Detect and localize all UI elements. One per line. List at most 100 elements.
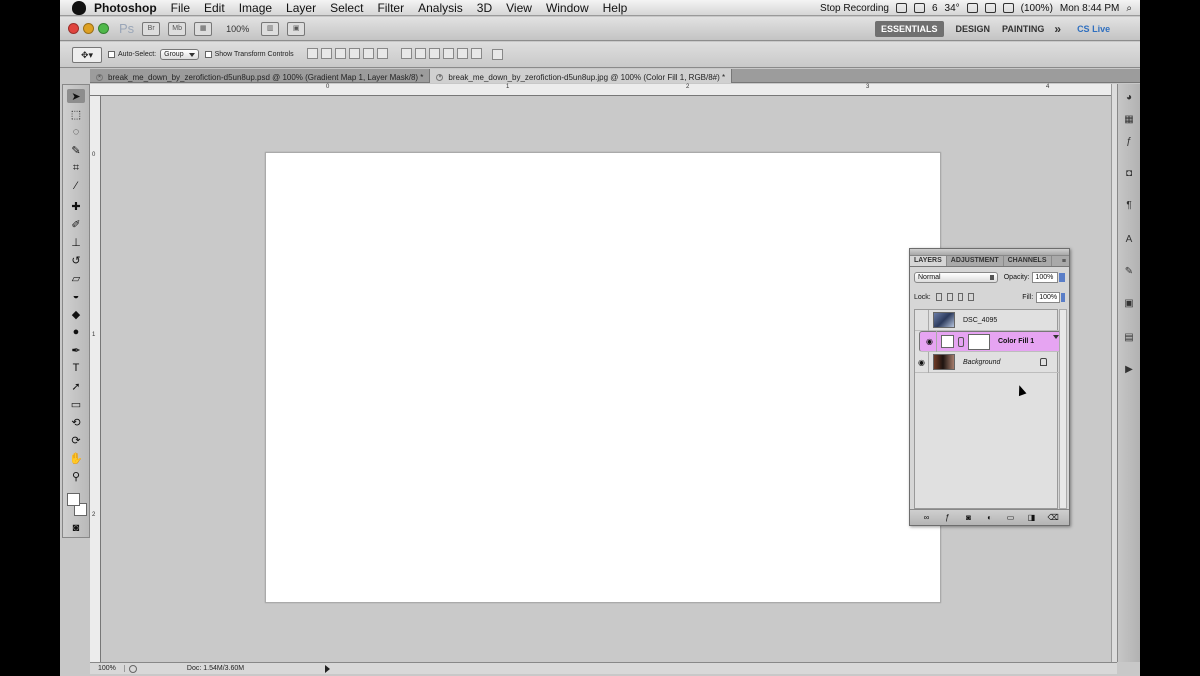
arrange-documents-button[interactable]: ▥ — [261, 21, 280, 36]
tab-adjustment[interactable]: ADJUSTMENT — [947, 256, 1004, 266]
color-panel-icon[interactable]: ◕ — [1121, 92, 1137, 106]
marquee-tool-icon[interactable]: ⬚ — [67, 107, 85, 121]
auto-select-target-select[interactable]: Group — [160, 49, 199, 60]
new-group-icon[interactable]: ▭ — [1006, 513, 1016, 522]
styles-panel-icon[interactable]: ƒ — [1121, 136, 1137, 150]
fill-slider-button[interactable] — [1061, 292, 1065, 302]
zoom-window-button[interactable] — [98, 23, 109, 34]
eye-icon[interactable]: ◉ — [915, 351, 929, 373]
visibility-toggle-off[interactable] — [915, 309, 929, 331]
character-panel-icon[interactable]: A — [1121, 234, 1137, 248]
move-tool-icon[interactable]: ➤ — [67, 89, 85, 103]
fill-input[interactable]: 100% — [1036, 291, 1061, 303]
crop-tool-icon[interactable]: ⌗ — [67, 161, 85, 175]
bluetooth-icon[interactable] — [966, 3, 978, 13]
hand-tool-icon[interactable]: ✋ — [67, 451, 85, 465]
menu-view[interactable]: View — [506, 1, 532, 15]
clock[interactable]: Mon 8:44 PM — [1060, 3, 1119, 14]
history-brush-tool-icon[interactable]: ↺ — [67, 253, 85, 267]
move-tool-preset-icon[interactable]: ✥▾ — [72, 46, 102, 63]
layer-row-background[interactable]: ◉ Background — [915, 351, 1059, 373]
align-bottom-edges-icon[interactable] — [334, 48, 346, 59]
pen-tool-icon[interactable]: ✒ — [67, 343, 85, 357]
tab-channels[interactable]: CHANNELS — [1004, 256, 1052, 266]
distribute-hcenter-icon[interactable] — [456, 48, 468, 59]
quick-selection-tool-icon[interactable]: ✎ — [67, 143, 85, 157]
layer-row-dsc-4095[interactable]: DSC_4095 — [915, 309, 1059, 331]
zoom-tool-icon[interactable]: ⚲ — [67, 469, 85, 483]
spot-healing-tool-icon[interactable]: ✚ — [67, 199, 85, 213]
spotlight-icon[interactable]: ⌕ — [1126, 3, 1132, 14]
apple-icon[interactable] — [72, 0, 86, 15]
blend-mode-select[interactable]: Normal — [914, 271, 998, 283]
eyedropper-tool-icon[interactable]: ⁄ — [67, 179, 85, 193]
stop-recording[interactable]: Stop Recording — [820, 3, 889, 14]
workspace-essentials[interactable]: ESSENTIALS — [875, 21, 944, 37]
quick-mask-icon[interactable]: ◙ — [67, 521, 85, 535]
status-menu-arrow-icon[interactable] — [324, 664, 330, 673]
clone-stamp-tool-icon[interactable]: ⊥ — [67, 235, 85, 249]
document-canvas[interactable] — [265, 152, 941, 603]
more-workspaces-button[interactable]: » — [1054, 22, 1061, 36]
minimize-window-button[interactable] — [83, 23, 94, 34]
distribute-left-icon[interactable] — [442, 48, 454, 59]
show-transform-checkbox[interactable] — [204, 51, 212, 58]
volume-icon[interactable] — [1002, 3, 1014, 13]
align-vertical-centers-icon[interactable] — [320, 48, 332, 59]
adobe-count[interactable]: 6 — [932, 3, 938, 14]
distribute-right-icon[interactable] — [470, 48, 482, 59]
3d-orbit-tool-icon[interactable]: ⟳ — [67, 433, 85, 447]
layers-panel-titlebar[interactable] — [910, 249, 1069, 256]
rectangle-tool-icon[interactable]: ▭ — [67, 397, 85, 411]
foreground-color-swatch[interactable] — [67, 493, 80, 506]
layer-style-icon[interactable]: ƒ — [943, 513, 953, 522]
lock-image-icon[interactable] — [946, 293, 953, 301]
menu-file[interactable]: File — [171, 1, 190, 15]
launch-bridge-button[interactable]: Br — [142, 21, 161, 36]
new-layer-icon[interactable]: ◨ — [1027, 513, 1037, 522]
auto-select-checkbox[interactable] — [108, 51, 115, 58]
close-window-button[interactable] — [68, 23, 79, 34]
paint-bucket-tool-icon[interactable]: ◒ — [67, 289, 85, 303]
opacity-slider-button[interactable] — [1059, 272, 1065, 282]
layers-scrollbar[interactable] — [1059, 309, 1067, 509]
align-top-edges-icon[interactable] — [306, 48, 318, 59]
panel-menu-icon[interactable]: ≡ — [1062, 258, 1066, 265]
layer-row-color-fill-1[interactable]: ◉ Color Fill 1 — [919, 331, 1063, 352]
paragraph-panel-icon[interactable]: ¶ — [1121, 200, 1137, 214]
navigator-panel-icon[interactable]: ▣ — [1121, 298, 1137, 312]
distribute-vcenter-icon[interactable] — [414, 48, 426, 59]
battery-status[interactable]: (100%) — [1021, 3, 1053, 14]
brush-tool-icon[interactable]: ✐ — [67, 217, 85, 231]
delete-layer-icon[interactable]: ⌫ — [1048, 513, 1059, 522]
opacity-input[interactable]: 100% — [1032, 271, 1059, 283]
temperature[interactable]: 34° — [945, 3, 960, 14]
path-selection-tool-icon[interactable]: ➚ — [67, 379, 85, 393]
status-info-icon[interactable] — [128, 664, 137, 673]
workspace-design[interactable]: DESIGN — [956, 24, 991, 34]
distribute-bottom-icon[interactable] — [428, 48, 440, 59]
menu-window[interactable]: Window — [546, 1, 589, 15]
menu-select[interactable]: Select — [330, 1, 363, 15]
align-horizontal-centers-icon[interactable] — [362, 48, 374, 59]
lock-all-icon[interactable] — [968, 293, 975, 301]
lock-transparent-icon[interactable] — [935, 293, 942, 301]
lasso-tool-icon[interactable]: ◌ — [67, 125, 85, 139]
menu-layer[interactable]: Layer — [286, 1, 316, 15]
close-tab-icon[interactable]: × — [436, 73, 444, 81]
zoom-level-select[interactable]: 100% — [226, 24, 249, 34]
tab-psd-document[interactable]: × break_me_down_by_zerofiction-d5un8up.p… — [90, 69, 431, 83]
swatches-panel-icon[interactable]: ▦ — [1121, 114, 1137, 128]
distribute-top-icon[interactable] — [400, 48, 412, 59]
brush-panel-icon[interactable]: ✎ — [1121, 266, 1137, 280]
auto-align-layers-icon[interactable] — [491, 49, 503, 60]
wifi-icon[interactable] — [984, 3, 996, 13]
cs-live-button[interactable]: CS Live — [1077, 24, 1110, 34]
screen-mode-button[interactable]: ▣ — [287, 21, 306, 36]
blur-tool-icon[interactable]: ◆ — [67, 307, 85, 321]
launch-minibridge-button[interactable]: Mb — [168, 21, 187, 36]
status-zoom-field[interactable]: 100% — [90, 665, 125, 672]
workspace-painting[interactable]: PAINTING — [1002, 24, 1044, 34]
dodge-tool-icon[interactable]: ● — [67, 325, 85, 339]
add-mask-icon[interactable]: ◙ — [964, 513, 974, 522]
